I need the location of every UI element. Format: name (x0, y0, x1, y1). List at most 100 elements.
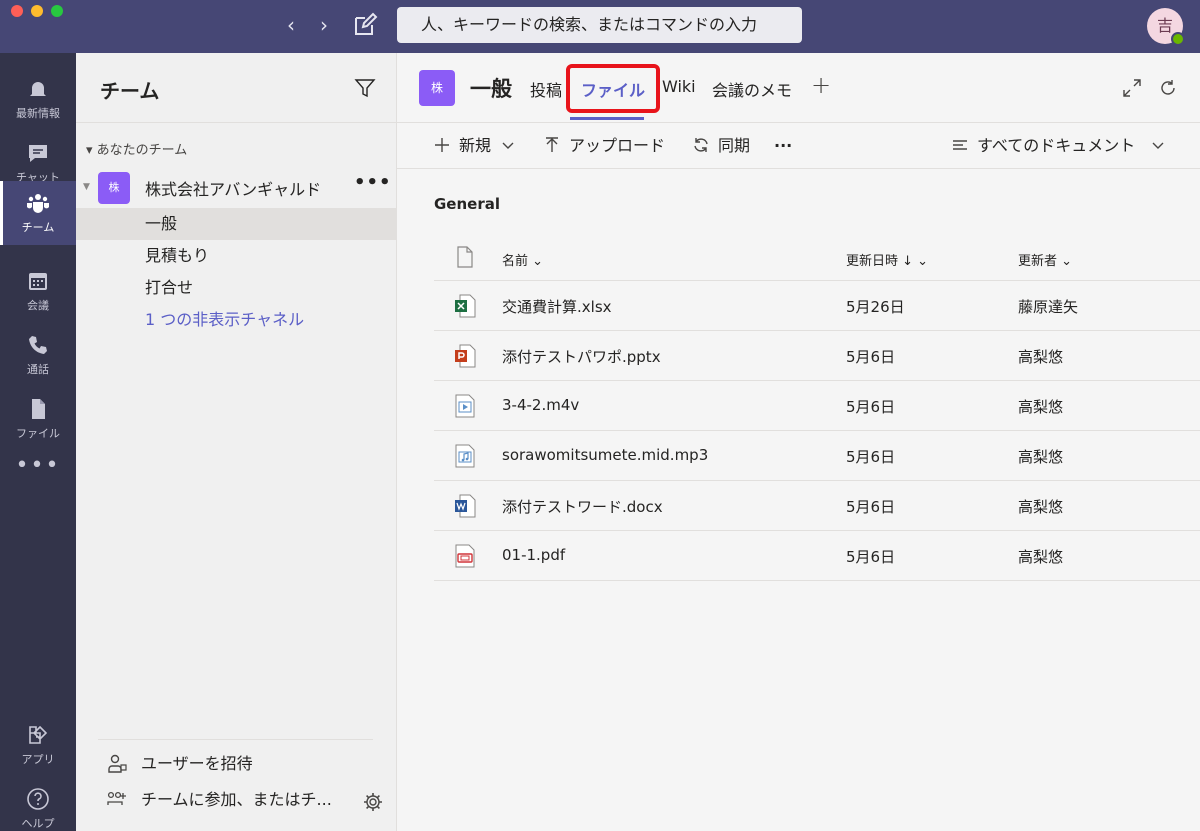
tab-posts[interactable]: 投稿 (530, 77, 562, 101)
file-name[interactable]: 添付テストパワポ.pptx (502, 346, 661, 367)
your-teams-section[interactable]: ▾ あなたのチーム (86, 139, 187, 158)
user-avatar[interactable]: 吉 (1147, 8, 1185, 46)
tab-wiki[interactable]: Wiki (662, 77, 696, 96)
file-name[interactable]: 交通費計算.xlsx (502, 296, 612, 317)
file-name[interactable]: 3-4-2.m4v (502, 396, 579, 414)
file-name[interactable]: 添付テストワード.docx (502, 496, 663, 517)
table-row[interactable]: 添付テストワード.docx 5月6日 高梨悠 (434, 481, 1200, 531)
minimize-window-button[interactable] (31, 5, 43, 17)
table-row[interactable]: 添付テストパワポ.pptx 5月6日 高梨悠 (434, 331, 1200, 381)
calendar-icon (29, 273, 47, 290)
appbar-activity[interactable]: 最新情報 (0, 67, 76, 131)
file-modified: 5月6日 (846, 498, 896, 516)
upload-icon (546, 137, 558, 152)
channel-estimate[interactable]: 見積もり (76, 240, 396, 272)
new-button[interactable]: 新規 (433, 135, 515, 157)
appbar-teams[interactable]: チーム (0, 181, 76, 245)
gear-icon[interactable] (362, 791, 384, 813)
excel-file-icon (455, 294, 476, 318)
filter-icon[interactable] (354, 77, 376, 99)
highlight-annotation (566, 64, 660, 113)
appbar-calls[interactable]: 通話 (0, 323, 76, 387)
appbar-help[interactable]: ヘルプ (0, 777, 76, 831)
file-modified-by: 高梨悠 (1018, 498, 1064, 516)
channel-title: 一般 (470, 77, 512, 101)
team-avatar: 株 (98, 172, 130, 204)
presence-available-icon (1171, 32, 1185, 46)
appbar-apps[interactable]: アプリ (0, 713, 76, 777)
modified-column-header[interactable]: 更新日時 ↓ ⌄ (846, 250, 928, 269)
tab-meeting-notes[interactable]: 会議のメモ (712, 77, 792, 101)
new-label: 新規 (459, 136, 492, 155)
appbar-label: ファイル (16, 427, 60, 440)
refresh-icon[interactable] (1159, 79, 1177, 97)
section-label: あなたのチーム (96, 143, 188, 158)
modified-by-column-header[interactable]: 更新者 ⌄ (1018, 250, 1072, 269)
teams-pane: チーム ▾ あなたのチーム ▼ 株 株式会社アバンギャルド ••• 一般 見積も… (76, 53, 397, 831)
plus-icon (435, 138, 449, 152)
file-modified: 5月6日 (846, 398, 896, 416)
more-apps-button[interactable]: ••• (0, 453, 76, 478)
upload-button[interactable]: アップロード (543, 135, 665, 157)
back-arrow-icon[interactable]: ‹ (279, 12, 303, 38)
modified-by-column-label: 更新者 (1018, 254, 1058, 269)
name-column-header[interactable]: 名前 ⌄ (502, 250, 543, 269)
appbar-label: 通話 (27, 363, 49, 376)
hidden-channels-link[interactable]: 1 つの非表示チャネル (76, 304, 396, 336)
view-label: すべてのドキュメント (977, 136, 1136, 155)
team-row[interactable]: ▼ 株 株式会社アバンギャルド ••• (76, 170, 396, 204)
video-file-icon (455, 394, 475, 418)
channel-meeting[interactable]: 打合せ (76, 272, 396, 304)
file-modified-by: 高梨悠 (1018, 448, 1064, 466)
chevron-down-icon (502, 142, 514, 149)
table-row[interactable]: 交通費計算.xlsx 5月26日 藤原達矢 (434, 281, 1200, 331)
chevron-down-icon[interactable]: ▼ (83, 182, 90, 192)
name-column-label: 名前 (502, 254, 529, 269)
sync-button[interactable]: 同期 (692, 135, 750, 157)
compose-icon[interactable] (352, 12, 378, 38)
app-bar: 最新情報 チャット チーム 会議 通話 ファイル ••• アプリ ヘルプ (0, 53, 76, 831)
file-name[interactable]: sorawomitsumete.mid.mp3 (502, 446, 708, 464)
table-header: 名前 ⌄ 更新日時 ↓ ⌄ 更新者 ⌄ (434, 234, 1200, 281)
file-modified-by: 高梨悠 (1018, 548, 1064, 566)
more-actions-button[interactable]: ··· (774, 135, 792, 157)
add-tab-button[interactable]: + (811, 71, 831, 99)
appbar-calendar[interactable]: 会議 (0, 259, 76, 323)
audio-file-icon (455, 444, 475, 468)
channel-general[interactable]: 一般 (76, 208, 396, 240)
bell-icon (30, 82, 46, 98)
document-type-icon (457, 246, 473, 268)
appbar-label: ヘルプ (21, 817, 55, 830)
expand-icon[interactable] (1123, 79, 1141, 97)
appbar-label: アプリ (21, 753, 55, 766)
table-row[interactable]: 01-1.pdf 5月6日 高梨悠 (434, 531, 1200, 581)
close-window-button[interactable] (11, 5, 23, 17)
forward-arrow-icon[interactable]: › (312, 12, 336, 38)
chat-icon (29, 145, 47, 162)
divider (76, 122, 396, 123)
search-input[interactable]: 人、キーワードの検索、またはコマンドの入力 (397, 7, 802, 43)
phone-icon (29, 336, 47, 354)
zoom-window-button[interactable] (51, 5, 63, 17)
view-selector[interactable]: すべてのドキュメント (951, 135, 1165, 157)
join-team-icon (107, 791, 126, 805)
files-toolbar: 新規 アップロード 同期 ··· すべてのドキュメント (397, 123, 1200, 169)
file-modified: 5月26日 (846, 298, 905, 316)
pane-title: チーム (100, 79, 160, 103)
channel-avatar: 株 (419, 70, 455, 106)
sync-label: 同期 (718, 136, 751, 155)
word-file-icon (455, 494, 476, 518)
table-row[interactable]: sorawomitsumete.mid.mp3 5月6日 高梨悠 (434, 431, 1200, 481)
file-modified: 5月6日 (846, 348, 896, 366)
pdf-file-icon (455, 544, 475, 568)
file-icon (32, 399, 45, 419)
main-content: 株 一般 投稿 ファイル Wiki 会議のメモ + 新規 アップロード 同期 ·… (397, 53, 1200, 831)
file-modified-by: 藤原達矢 (1018, 298, 1079, 316)
active-tab-indicator (570, 117, 644, 120)
appbar-label: チーム (21, 221, 55, 234)
table-row[interactable]: 3-4-2.m4v 5月6日 高梨悠 (434, 381, 1200, 431)
file-modified: 5月6日 (846, 448, 896, 466)
file-name[interactable]: 01-1.pdf (502, 546, 565, 564)
appbar-files[interactable]: ファイル (0, 387, 76, 451)
team-more-options-button[interactable]: ••• (354, 172, 392, 193)
